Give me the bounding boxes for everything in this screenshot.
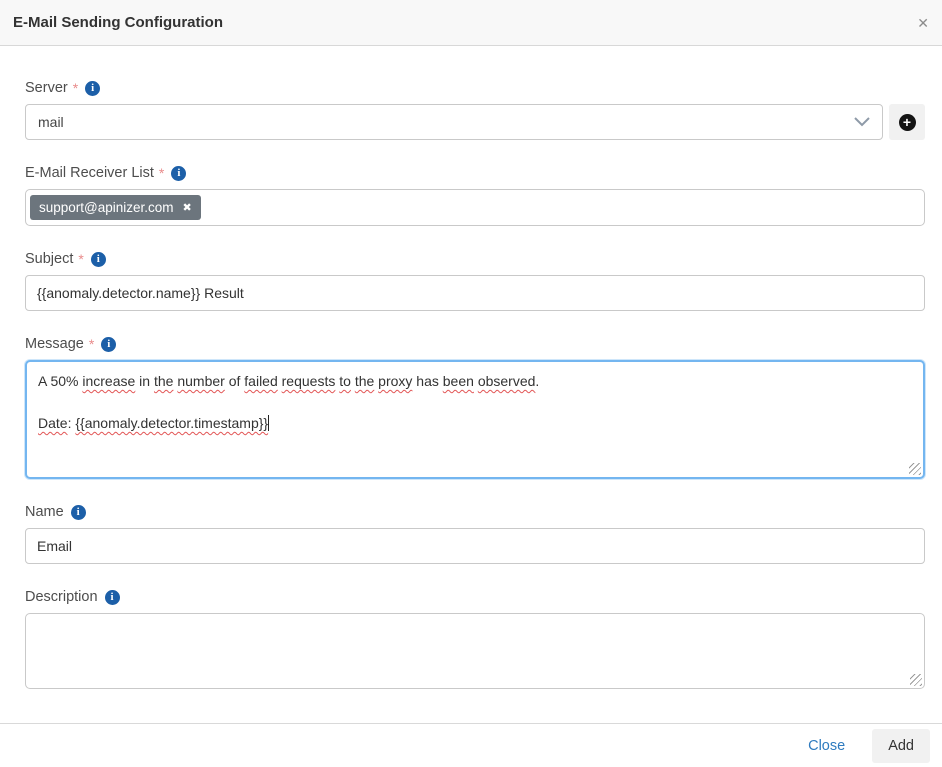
message-editor: A 50% increase in the number of failed r…: [27, 362, 923, 443]
add-button[interactable]: Add: [872, 729, 930, 763]
receiver-list-field: E-Mail Receiver List * i support@apinize…: [25, 165, 925, 226]
subject-info-icon[interactable]: i: [91, 252, 106, 267]
resize-handle-icon[interactable]: [910, 674, 922, 686]
receiver-list-label: E-Mail Receiver List: [25, 165, 154, 181]
receiver-list-info-icon[interactable]: i: [171, 166, 186, 181]
message-field: Message * i A 50% increase in the number…: [25, 336, 925, 479]
server-field: Server * i mail +: [25, 80, 925, 140]
resize-handle-icon[interactable]: [909, 463, 921, 475]
subject-label-row: Subject * i: [25, 251, 925, 267]
receiver-tag-text: support@apinizer.com: [39, 200, 174, 215]
subject-input[interactable]: [25, 275, 925, 311]
plus-circle-icon: +: [899, 114, 916, 131]
modal-header: E-Mail Sending Configuration ✕: [0, 0, 942, 46]
message-label: Message: [25, 336, 84, 352]
message-textarea[interactable]: A 50% increase in the number of failed r…: [25, 360, 925, 479]
name-info-icon[interactable]: i: [71, 505, 86, 520]
description-info-icon[interactable]: i: [105, 590, 120, 605]
close-button[interactable]: Close: [808, 738, 845, 754]
add-server-button[interactable]: +: [889, 104, 925, 140]
receiver-list-input[interactable]: support@apinizer.com ✖: [25, 189, 925, 226]
subject-field: Subject * i: [25, 251, 925, 311]
description-field: Description i: [25, 589, 925, 689]
chevron-down-icon: [854, 117, 870, 127]
name-label: Name: [25, 504, 64, 520]
modal-footer: Close Add: [0, 723, 942, 767]
close-icon[interactable]: ✕: [917, 16, 929, 30]
description-label: Description: [25, 589, 98, 605]
message-required-asterisk: *: [89, 336, 94, 352]
server-label: Server: [25, 80, 68, 96]
server-select[interactable]: mail: [25, 104, 883, 140]
subject-required-asterisk: *: [78, 251, 83, 267]
server-info-icon[interactable]: i: [85, 81, 100, 96]
modal-title: E-Mail Sending Configuration: [13, 14, 223, 31]
description-textarea[interactable]: [25, 613, 925, 689]
subject-label: Subject: [25, 251, 73, 267]
text-caret: [268, 415, 269, 431]
description-label-row: Description i: [25, 589, 925, 605]
receiver-list-label-row: E-Mail Receiver List * i: [25, 165, 925, 181]
message-info-icon[interactable]: i: [101, 337, 116, 352]
server-select-value: mail: [38, 114, 64, 130]
name-field: Name i: [25, 504, 925, 564]
email-sending-configuration-modal: E-Mail Sending Configuration ✕ Server * …: [0, 0, 942, 767]
receiver-list-required-asterisk: *: [159, 165, 164, 181]
message-label-row: Message * i: [25, 336, 925, 352]
tag-remove-icon[interactable]: ✖: [183, 201, 192, 214]
name-input[interactable]: [25, 528, 925, 564]
description-editor: [26, 614, 924, 632]
modal-body: Server * i mail + E-Mail Receiver List: [0, 46, 942, 723]
receiver-tag: support@apinizer.com ✖: [30, 195, 201, 220]
server-select-row: mail +: [25, 104, 925, 140]
server-required-asterisk: *: [73, 80, 78, 96]
server-label-row: Server * i: [25, 80, 925, 96]
name-label-row: Name i: [25, 504, 925, 520]
